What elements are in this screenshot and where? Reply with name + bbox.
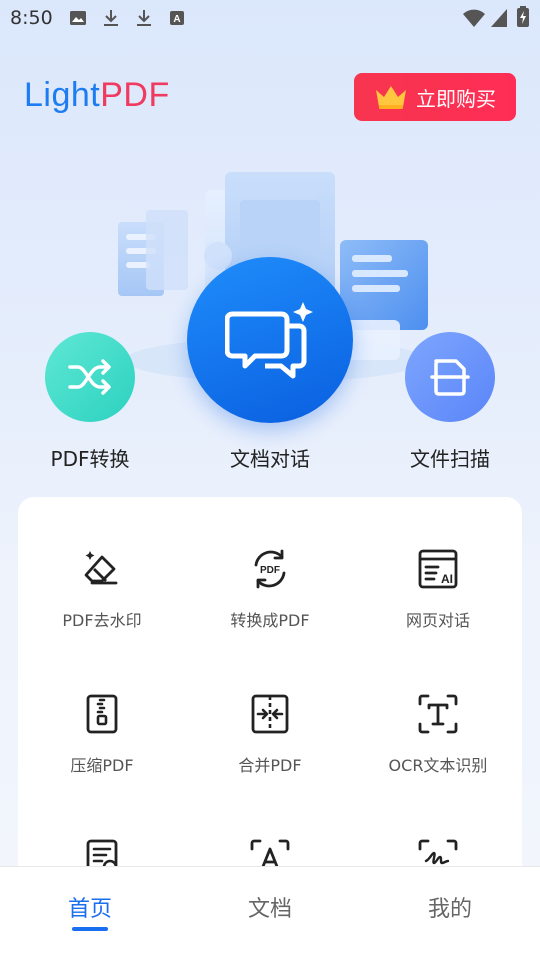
feature-file-scan[interactable]: [400, 332, 500, 422]
signal-icon: [491, 9, 507, 27]
buy-now-button[interactable]: 立即购买: [354, 73, 516, 121]
web-ai-icon: AI: [416, 547, 460, 591]
tool-compress-pdf[interactable]: 压缩PDF: [18, 692, 186, 776]
tool-ocr[interactable]: OCR文本识别: [354, 692, 522, 776]
tool-label: PDF去水印: [62, 611, 142, 630]
feature-doc-chat-circle: [187, 257, 353, 423]
nav-active-indicator: [72, 927, 108, 931]
logo-pdf: PDF: [100, 76, 170, 114]
tool-label: 合并PDF: [238, 756, 302, 775]
tool-label: 转换成PDF: [230, 611, 310, 630]
feature-pdf-convert-label: PDF转换: [50, 447, 130, 471]
eraser-icon: [80, 547, 124, 591]
battery-icon: [517, 6, 529, 27]
feature-doc-chat-label: 文档对话: [230, 447, 310, 471]
svg-text:AI: AI: [441, 572, 453, 586]
wifi-icon: [463, 9, 485, 27]
bottom-nav: 首页 文档 我的: [0, 866, 540, 960]
tool-remove-watermark[interactable]: PDF去水印: [18, 547, 186, 631]
shuffle-icon: [68, 359, 111, 395]
pdf-convert-icon: PDF: [248, 547, 292, 591]
tool-merge-pdf[interactable]: 合并PDF: [186, 692, 354, 776]
nav-home[interactable]: 首页: [30, 891, 150, 923]
tool-convert-to-pdf[interactable]: PDF 转换成PDF: [186, 547, 354, 631]
app-logo: LightPDF: [24, 76, 170, 115]
compress-icon: [80, 692, 124, 736]
image-icon: [70, 11, 86, 25]
nav-mine[interactable]: 我的: [390, 891, 510, 923]
crown-icon: [376, 86, 406, 109]
tool-label: 网页对话: [405, 611, 470, 630]
svg-text:A: A: [173, 14, 180, 25]
status-time: 8:50: [10, 7, 53, 29]
download-icon: [104, 10, 118, 26]
merge-icon: [248, 692, 292, 736]
chat-ai-icon: [225, 302, 313, 379]
buy-now-label: 立即购买: [416, 86, 496, 111]
feature-file-scan-circle: [405, 332, 495, 422]
tool-label: OCR文本识别: [388, 756, 488, 775]
logo-light: Light: [24, 76, 101, 114]
nav-documents[interactable]: 文档: [210, 891, 330, 923]
ocr-text-icon: [416, 692, 460, 736]
svg-text:PDF: PDF: [260, 565, 280, 576]
tools-card: PDF去水印 PDF 转换成PDF AI 网页对话 压缩PDF 合并PDF OC…: [18, 497, 522, 897]
tool-label: 压缩PDF: [70, 756, 134, 775]
tool-web-chat[interactable]: AI 网页对话: [354, 547, 522, 631]
scan-document-icon: [430, 359, 470, 396]
status-bar: 8:50 A: [0, 0, 540, 36]
a-box-icon: A: [170, 11, 184, 25]
feature-file-scan-label: 文件扫描: [410, 447, 490, 471]
feature-pdf-convert-circle: [45, 332, 135, 422]
feature-doc-chat[interactable]: [185, 257, 355, 423]
download-icon-2: [137, 10, 151, 26]
feature-pdf-convert[interactable]: [40, 332, 140, 422]
